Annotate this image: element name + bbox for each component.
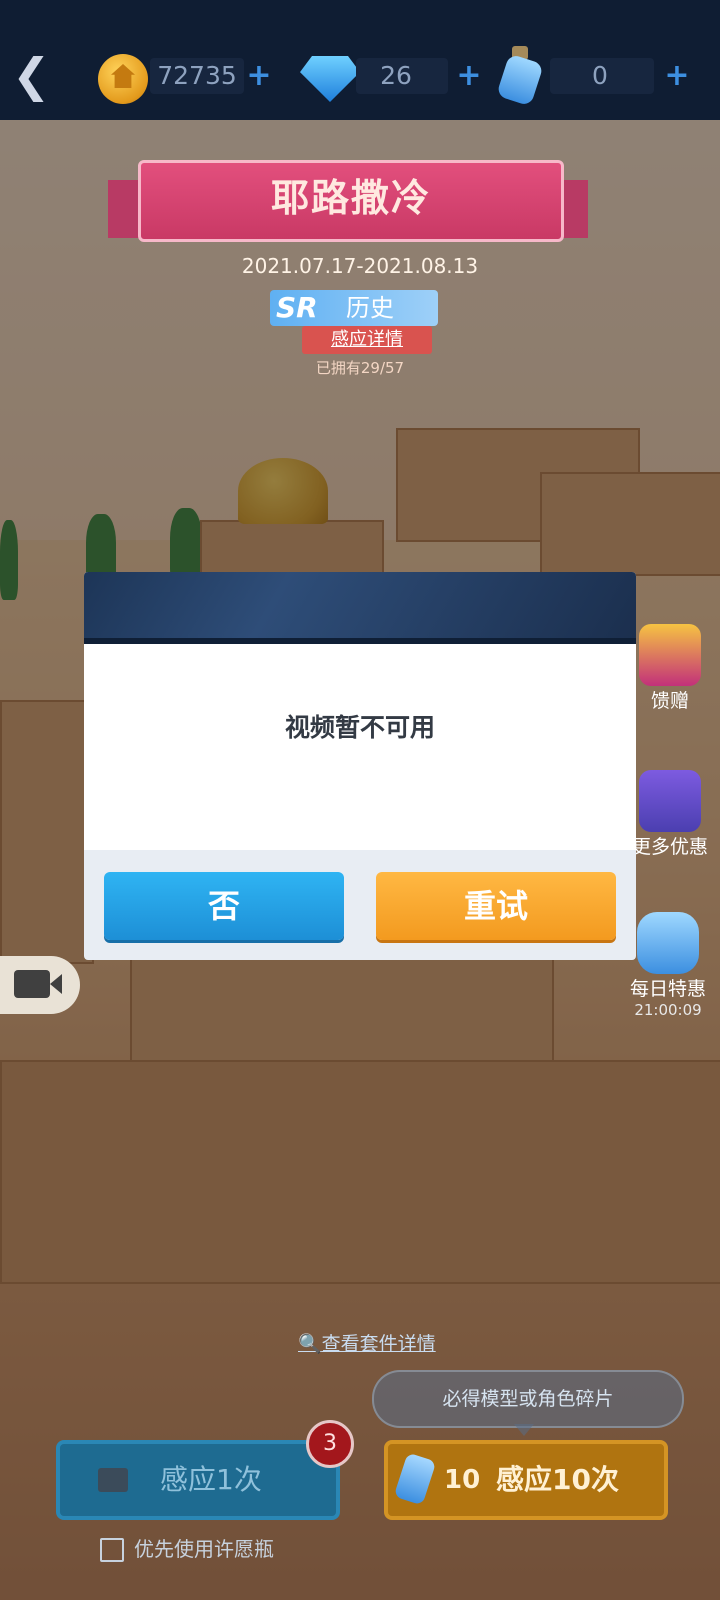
sense-ten-label: 感应10次 [496,1463,619,1496]
bottle-coin-icon [637,912,699,974]
no-button[interactable]: 否 [104,872,344,940]
sense-once-button[interactable]: 感应1次 [56,1440,340,1520]
dialog-header [84,572,636,638]
video-unavailable-dialog: 视频暂不可用 否 重试 [84,572,636,960]
diamond-value: 26 [380,61,412,90]
collection-progress: 已拥有29/57 [315,359,405,377]
more-offers-label: 更多优惠 [631,836,708,858]
sense-ten-cost: 10 [444,1465,481,1495]
add-bottles-button[interactable]: + [662,58,692,94]
top-bar: ❮ 72735 + 26 + 0 + [0,0,720,120]
bottle-value: 0 [592,61,608,90]
back-arrow-icon[interactable]: ❮ [12,50,52,100]
gift-label: 馈赠 [650,690,689,712]
diamond-counter: 26 + [346,58,486,94]
coin-value: 72735 [157,61,237,90]
sense-ten-button[interactable]: 10 感应10次 [384,1440,668,1520]
sense-details-link[interactable]: 感应详情 [302,326,432,354]
sense-once-count-badge: 3 [306,1420,354,1468]
event-title: 耶路撒冷 [270,176,431,220]
view-suit-details-link[interactable]: 🔍查看套件详情 [298,1330,448,1358]
gift-box-icon [639,624,701,686]
daily-special-timer: 21:00:09 [634,1001,702,1019]
coin-counter: 72735 + [140,58,280,94]
suit-details-label: 查看套件详情 [321,1333,436,1355]
video-camera-icon [14,970,50,998]
event-date: 2021.07.17-2021.08.13 [241,254,479,278]
gift-button[interactable]: 馈赠 [630,624,710,713]
dialog-message: 视频暂不可用 [284,713,435,742]
retry-button[interactable]: 重试 [376,872,616,940]
daily-special-label: 每日特惠 [629,978,706,1000]
shopping-bag-icon [639,770,701,832]
category-label: 历史 [346,294,394,322]
rarity-tag: SR 历史 [270,290,438,326]
rarity-label: SR [276,291,318,324]
prefer-bottle-checkbox[interactable] [100,1538,124,1562]
prefer-bottle-label: 优先使用许愿瓶 [134,1537,274,1561]
daily-special-button[interactable]: 每日特惠 21:00:09 [628,912,708,1019]
wish-bottle-icon [496,46,544,107]
add-coins-button[interactable]: + [244,58,274,94]
more-offers-button[interactable]: 更多优惠 [630,770,710,859]
bottle-counter: 0 + [540,58,690,94]
event-banner: 耶路撒冷 [108,160,588,246]
sense-once-label: 感应1次 [160,1463,262,1496]
wish-bottle-icon [393,1452,437,1506]
guarantee-tip: 必得模型或角色碎片 [372,1370,684,1428]
video-play-icon [98,1468,128,1492]
video-camera-button[interactable] [0,956,80,1014]
add-diamonds-button[interactable]: + [454,58,484,94]
